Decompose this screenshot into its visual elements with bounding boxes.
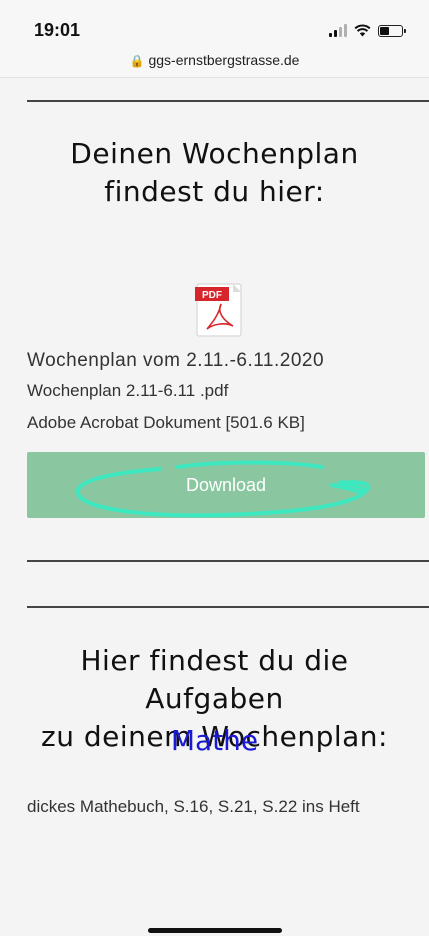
file-name: Wochenplan 2.11-6.11 .pdf [27,381,229,400]
home-indicator[interactable] [148,928,282,933]
task-text: dickes Mathebuch, S.16, S.21, S.22 ins H… [27,797,360,816]
status-icons [329,24,406,37]
heading-line: Aufgaben [145,682,284,715]
status-time: 19:01 [34,20,81,40]
url-bar[interactable]: 🔒 ggs-ernstbergstrasse.de [0,52,429,68]
download-button[interactable]: Download [27,452,425,518]
divider [27,606,429,608]
pdf-icon-label: PDF [202,290,222,301]
section-heading-wochenplan: Deinen Wochenplan findest du hier: [0,135,429,211]
battery-level [380,26,390,35]
heading-line: findest du hier: [104,175,325,208]
subject-heading: Mathe [170,724,259,757]
file-description: Adobe Acrobat Dokument [501.6 KB] [27,413,305,432]
heading-line: Deinen Wochenplan [70,137,359,170]
status-bar: 19:01 🔒 ggs-ernstbergstrasse.de [0,0,429,78]
battery-icon [378,24,406,37]
heading-line: Hier findest du die [80,644,349,677]
url-text: ggs-ernstbergstrasse.de [148,52,300,68]
wifi-icon [354,24,371,37]
pdf-file-icon[interactable]: PDF [193,282,249,338]
download-label: Download [185,474,267,495]
lock-icon: 🔒 [129,54,145,68]
divider [27,100,429,102]
file-title: Wochenplan vom 2.11.-6.11.2020 [27,350,325,371]
divider [27,560,429,562]
signal-icon [329,24,347,37]
